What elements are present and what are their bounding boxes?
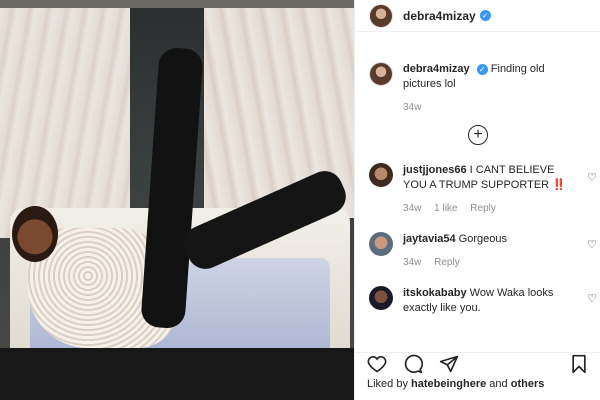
- post-sidebar: debra4mizay ✓ debra4mizay ✓ Finding old …: [354, 0, 600, 400]
- caption-avatar[interactable]: [369, 62, 393, 86]
- comments-list: debra4mizay ✓ Finding old pictures lol 3…: [355, 52, 600, 352]
- heart-icon[interactable]: ♡: [587, 238, 597, 251]
- comment-username[interactable]: itskokababy: [403, 287, 467, 299]
- post-header: debra4mizay ✓: [355, 0, 600, 32]
- likes-line: Liked by hatebeinghere and others: [367, 378, 544, 390]
- comment-item: justjjones66 I CANT BELIEVE YOU A TRUMP …: [355, 153, 600, 216]
- caption-meta: 34w: [403, 100, 581, 115]
- comment-body: itskokababy Wow Waka looks exactly like …: [403, 286, 581, 316]
- caption-body: debra4mizay ✓ Finding old pictures lol 3…: [403, 62, 581, 115]
- post-photo: [0, 0, 354, 400]
- share-icon[interactable]: [439, 354, 459, 374]
- verified-badge-icon: ✓: [479, 10, 491, 21]
- plus-circle-icon[interactable]: +: [468, 125, 488, 145]
- comment-avatar[interactable]: [369, 286, 393, 310]
- likes-user[interactable]: hatebeinghere: [411, 378, 486, 390]
- comment-reply-button[interactable]: Reply: [470, 203, 496, 214]
- likes-others[interactable]: others: [511, 378, 545, 390]
- bookmark-icon[interactable]: [569, 354, 589, 374]
- heart-icon[interactable]: [367, 354, 387, 374]
- likes-connector: and: [489, 378, 508, 390]
- comment-username[interactable]: jaytavia54: [403, 233, 456, 245]
- comment-item: jaytavia54 Gorgeous 34w Reply ♡: [355, 216, 600, 270]
- author-username[interactable]: debra4mizay: [403, 9, 476, 23]
- person-head: [12, 206, 58, 262]
- caption-item: debra4mizay ✓ Finding old pictures lol 3…: [355, 52, 600, 115]
- comment-body: jaytavia54 Gorgeous 34w Reply: [403, 232, 581, 270]
- photo-image: [0, 8, 354, 400]
- comment-avatar[interactable]: [369, 163, 393, 187]
- comment-meta: 34w Reply: [403, 255, 581, 270]
- comment-icon[interactable]: [403, 354, 423, 374]
- comment-avatar[interactable]: [369, 232, 393, 256]
- comment-text: Gorgeous: [458, 233, 507, 245]
- comment-body: justjjones66 I CANT BELIEVE YOU A TRUMP …: [403, 163, 581, 216]
- comment-meta: 34w 1 like Reply: [403, 201, 581, 216]
- comment-likes[interactable]: 1 like: [434, 203, 457, 214]
- comment-item: itskokababy Wow Waka looks exactly like …: [355, 270, 600, 316]
- comment-username[interactable]: justjjones66: [403, 164, 467, 176]
- comment-reply-button[interactable]: Reply: [434, 257, 460, 268]
- heart-icon[interactable]: ♡: [587, 292, 597, 305]
- verified-badge-icon: ✓: [476, 63, 488, 75]
- heart-icon[interactable]: ♡: [587, 171, 597, 184]
- author-avatar[interactable]: [369, 3, 393, 28]
- likes-prefix: Liked by: [367, 378, 408, 390]
- load-more-comments[interactable]: +: [355, 125, 600, 145]
- comment-age: 34w: [403, 257, 422, 268]
- comment-age: 34w: [403, 203, 422, 214]
- caption-age: 34w: [403, 102, 422, 113]
- post-actions: [355, 352, 600, 374]
- curtain-left: [0, 8, 130, 238]
- photo-base: [0, 348, 354, 400]
- caption-username[interactable]: debra4mizay: [403, 63, 470, 75]
